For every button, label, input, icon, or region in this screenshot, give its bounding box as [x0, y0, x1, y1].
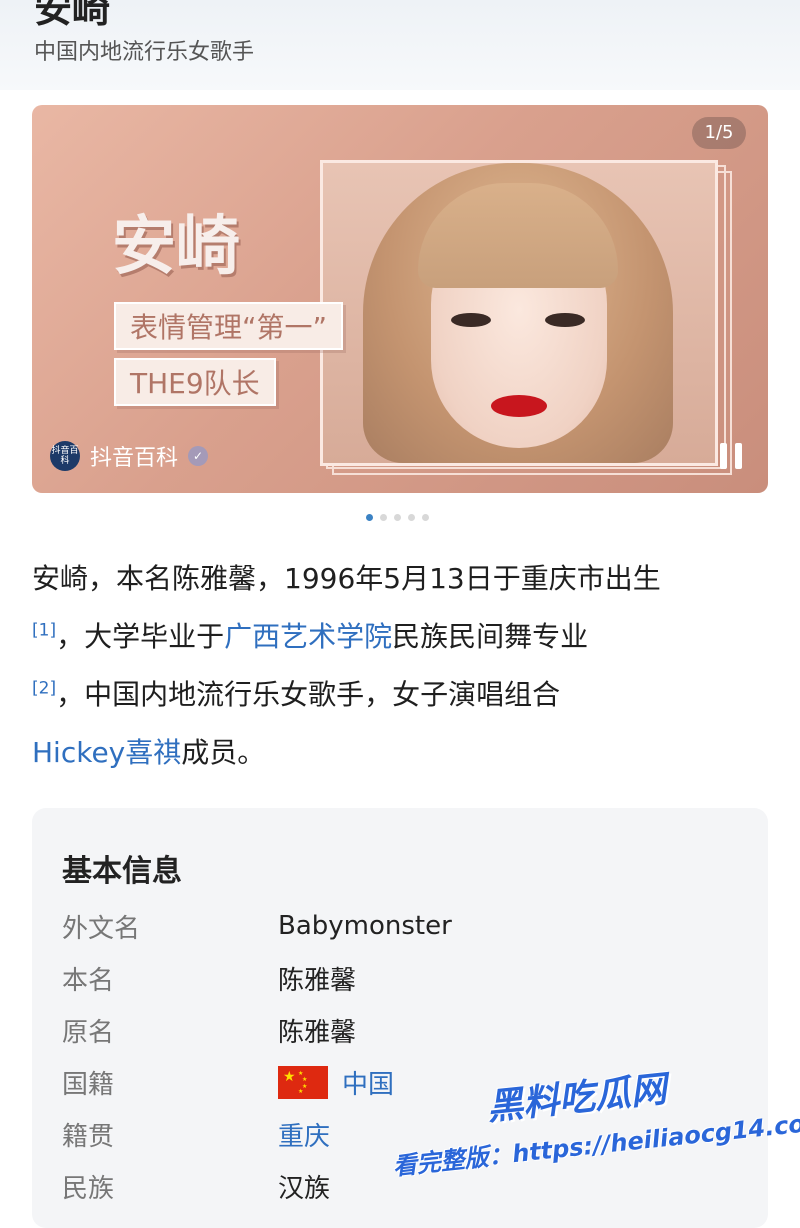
- summary-text: ，大学毕业于: [56, 620, 225, 653]
- carousel-tag-expression: 表情管理“第一”: [114, 302, 344, 350]
- page-title: 安崎: [34, 0, 111, 31]
- info-row-nationality: 国籍 ★ ★ ★ ★ ★ 中国: [62, 1062, 394, 1102]
- summary-paragraph: 安崎，本名陈雅馨，1996年5月13日于重庆市出生 [1]，大学毕业于广西艺术学…: [32, 550, 772, 782]
- china-flag-icon: ★ ★ ★ ★ ★: [278, 1065, 328, 1099]
- info-value-link[interactable]: ★ ★ ★ ★ ★ 中国: [278, 1064, 394, 1101]
- page-header: 安崎 中国内地流行乐女歌手: [0, 0, 800, 90]
- link-guangxi-arts-university[interactable]: 广西艺术学院: [224, 620, 392, 653]
- carousel-tag-the9: THE9队长: [114, 358, 276, 406]
- brand-name: 抖音百科: [90, 446, 179, 471]
- info-row-real-name: 本名 陈雅馨: [62, 958, 356, 998]
- pause-button[interactable]: [720, 443, 744, 469]
- pagination-dot[interactable]: [380, 514, 387, 521]
- carousel-counter: 1/5: [692, 117, 746, 149]
- reference-link-1[interactable]: [1]: [32, 621, 56, 641]
- info-label: 原名: [62, 1017, 115, 1048]
- info-row-original-name: 原名 陈雅馨: [62, 1010, 356, 1050]
- carousel-overlay-name: 安崎: [112, 210, 240, 284]
- portrait-photo: [320, 160, 718, 466]
- info-row-native-place: 籍贯 重庆: [62, 1114, 330, 1154]
- carousel-pagination: [366, 514, 429, 522]
- portrait-left-eye: [451, 313, 491, 327]
- pagination-dot[interactable]: [408, 514, 415, 521]
- info-row-ethnicity: 民族 汉族: [62, 1166, 330, 1206]
- info-row-foreign-name: 外文名 Babymonster: [62, 906, 452, 946]
- info-value: 陈雅馨: [278, 965, 357, 996]
- summary-text: 民族民间舞专业: [392, 620, 589, 653]
- link-hickey-group[interactable]: Hickey喜祺: [32, 736, 181, 769]
- info-label: 国籍: [62, 1069, 115, 1100]
- info-label: 外文名: [62, 913, 141, 944]
- info-value: Babymonster: [278, 911, 452, 941]
- pagination-dot-active[interactable]: [366, 514, 373, 521]
- pagination-dot[interactable]: [394, 514, 401, 521]
- douyin-baike-logo: 抖音百科: [50, 441, 80, 471]
- pause-icon-bar-left: [720, 443, 727, 469]
- pause-icon-bar-right: [735, 443, 742, 469]
- image-carousel[interactable]: 安崎 表情管理“第一” THE9队长 1/5 抖音百科 抖音百科 ✓: [32, 105, 768, 493]
- summary-text: 安崎，本名陈雅馨，1996年5月13日于重庆市出生: [32, 562, 661, 595]
- portrait-lips: [491, 395, 547, 417]
- basic-info-title: 基本信息: [62, 854, 182, 889]
- reference-link-2[interactable]: [2]: [32, 679, 56, 699]
- summary-text: ，中国内地流行乐女歌手，女子演唱组合: [56, 678, 561, 711]
- brand-badge[interactable]: 抖音百科 抖音百科 ✓: [50, 439, 209, 473]
- info-value-link[interactable]: 重庆: [278, 1116, 330, 1153]
- info-value: 陈雅馨: [278, 1017, 357, 1048]
- info-label: 籍贯: [62, 1121, 115, 1152]
- summary-text: 成员。: [181, 736, 266, 769]
- info-value: 汉族: [278, 1173, 331, 1204]
- pagination-dot[interactable]: [422, 514, 429, 521]
- page-subtitle: 中国内地流行乐女歌手: [34, 40, 255, 65]
- portrait-right-eye: [545, 313, 585, 327]
- info-label: 民族: [62, 1173, 115, 1204]
- info-label: 本名: [62, 965, 115, 996]
- verified-icon: ✓: [188, 446, 209, 466]
